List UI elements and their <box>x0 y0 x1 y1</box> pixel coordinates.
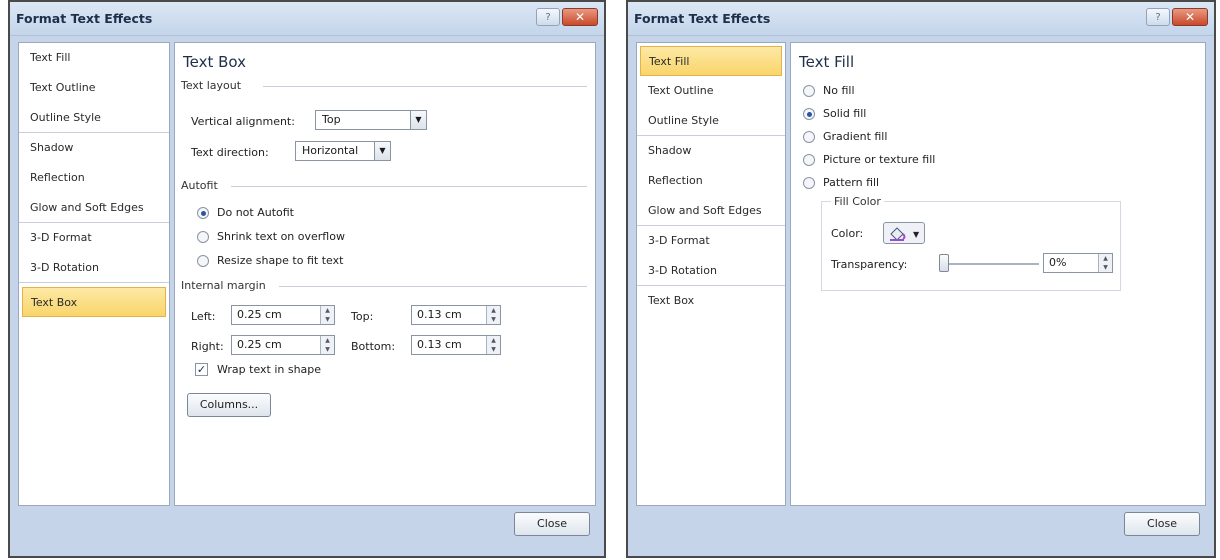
chevron-down-icon: ▼ <box>410 111 426 129</box>
dialog-title: Format Text Effects <box>634 11 771 26</box>
fill-radio-solid-fill[interactable] <box>803 108 815 120</box>
autofit-radio-shrink[interactable] <box>197 231 209 243</box>
top-margin-label: Top: <box>351 310 374 323</box>
spinner-arrows-icon[interactable]: ▲ ▼ <box>486 306 500 324</box>
group-divider <box>231 186 587 187</box>
solid-fill-label: Solid fill <box>823 107 867 120</box>
title-bar: Format Text Effects ? ✕ <box>628 2 1214 36</box>
chevron-down-icon: ▼ <box>374 142 390 160</box>
title-bar: Format Text Effects ? ✕ <box>10 2 604 36</box>
top-margin-input[interactable]: 0.13 cm ▲ ▼ <box>411 305 501 325</box>
internal-margin-group-label: Internal margin <box>181 279 266 292</box>
nav-item-3d-rotation[interactable]: 3-D Rotation <box>19 253 169 283</box>
panel-title: Text Box <box>183 53 246 71</box>
fill-color-group <box>821 201 1121 291</box>
color-label: Color: <box>831 227 864 240</box>
nav-item-reflection[interactable]: Reflection <box>637 166 785 196</box>
text-layout-group-label: Text layout <box>181 79 242 92</box>
color-picker-button[interactable]: ▼ <box>883 222 925 244</box>
nav-item-3d-rotation[interactable]: 3-D Rotation <box>637 256 785 286</box>
bottom-margin-value: 0.13 cm <box>417 338 462 351</box>
vertical-alignment-value: Top <box>322 113 341 126</box>
close-button[interactable]: Close <box>514 512 590 536</box>
nav-item-text-box[interactable]: Text Box <box>22 287 166 317</box>
vertical-alignment-label: Vertical alignment: <box>191 115 295 128</box>
text-direction-label: Text direction: <box>191 146 269 159</box>
right-margin-label: Right: <box>191 340 224 353</box>
spinner-arrows-icon[interactable]: ▲ ▼ <box>320 306 334 324</box>
nav-item-text-outline[interactable]: Text Outline <box>637 76 785 106</box>
close-window-button[interactable]: ✕ <box>1172 8 1208 26</box>
spinner-arrows-icon[interactable]: ▲ ▼ <box>320 336 334 354</box>
fill-radio-picture-fill[interactable] <box>803 154 815 166</box>
nav-item-text-fill[interactable]: Text Fill <box>19 43 169 73</box>
nav-item-glow-soft-edges[interactable]: Glow and Soft Edges <box>637 196 785 226</box>
wrap-text-label: Wrap text in shape <box>217 363 322 376</box>
fill-radio-gradient-fill[interactable] <box>803 131 815 143</box>
text-direction-select[interactable]: Horizontal ▼ <box>295 141 391 161</box>
autofit-group-label: Autofit <box>181 179 218 192</box>
right-margin-input[interactable]: 0.25 cm ▲ ▼ <box>231 335 335 355</box>
autofit-radio-do-not-autofit[interactable] <box>197 207 209 219</box>
category-list: Text Fill Text Outline Outline Style Sha… <box>636 42 786 506</box>
fill-color-group-label: Fill Color <box>831 195 884 208</box>
paint-bucket-icon: ▼ <box>890 227 920 241</box>
nav-item-glow-soft-edges[interactable]: Glow and Soft Edges <box>19 193 169 223</box>
pattern-fill-label: Pattern fill <box>823 176 880 189</box>
nav-item-text-outline[interactable]: Text Outline <box>19 73 169 103</box>
resize-shape-label: Resize shape to fit text <box>217 254 344 267</box>
spinner-arrows-icon[interactable]: ▲ ▼ <box>1098 254 1112 272</box>
bottom-margin-label: Bottom: <box>351 340 396 353</box>
columns-button[interactable]: Columns... <box>187 393 271 417</box>
help-button[interactable]: ? <box>536 8 560 26</box>
close-window-button[interactable]: ✕ <box>562 8 598 26</box>
left-margin-value: 0.25 cm <box>237 308 282 321</box>
spinner-arrows-icon[interactable]: ▲ ▼ <box>486 336 500 354</box>
transparency-label: Transparency: <box>831 258 908 271</box>
fill-radio-pattern-fill[interactable] <box>803 177 815 189</box>
close-button[interactable]: Close <box>1124 512 1200 536</box>
nav-item-outline-style[interactable]: Outline Style <box>19 103 169 133</box>
gradient-fill-label: Gradient fill <box>823 130 888 143</box>
picture-fill-label: Picture or texture fill <box>823 153 936 166</box>
bottom-margin-input[interactable]: 0.13 cm ▲ ▼ <box>411 335 501 355</box>
left-margin-label: Left: <box>191 310 216 323</box>
help-button[interactable]: ? <box>1146 8 1170 26</box>
transparency-slider-thumb[interactable] <box>939 254 949 272</box>
no-fill-label: No fill <box>823 84 855 97</box>
fill-radio-no-fill[interactable] <box>803 85 815 97</box>
do-not-autofit-label: Do not Autofit <box>217 206 294 219</box>
right-margin-value: 0.25 cm <box>237 338 282 351</box>
transparency-value: 0% <box>1049 256 1067 269</box>
nav-item-shadow[interactable]: Shadow <box>637 136 785 166</box>
nav-item-text-fill[interactable]: Text Fill <box>640 46 782 76</box>
text-box-panel: Text Box Text layout Vertical alignment:… <box>174 42 596 506</box>
nav-item-3d-format[interactable]: 3-D Format <box>637 226 785 256</box>
group-divider <box>263 86 587 87</box>
category-list: Text Fill Text Outline Outline Style Sha… <box>18 42 170 506</box>
nav-item-outline-style[interactable]: Outline Style <box>637 106 785 136</box>
text-fill-panel: Text Fill No fill Solid fill Gradient fi… <box>790 42 1206 506</box>
nav-item-shadow[interactable]: Shadow <box>19 133 169 163</box>
vertical-alignment-select[interactable]: Top ▼ <box>315 110 427 130</box>
group-divider <box>279 286 587 287</box>
text-direction-value: Horizontal <box>302 144 359 157</box>
top-margin-value: 0.13 cm <box>417 308 462 321</box>
nav-item-reflection[interactable]: Reflection <box>19 163 169 193</box>
autofit-radio-resize[interactable] <box>197 255 209 267</box>
shrink-text-label: Shrink text on overflow <box>217 230 345 243</box>
panel-title: Text Fill <box>799 53 855 71</box>
dialog-title: Format Text Effects <box>16 11 153 26</box>
wrap-text-checkbox[interactable]: ✓ <box>195 363 208 376</box>
transparency-slider-track[interactable] <box>939 263 1039 265</box>
svg-text:▼: ▼ <box>913 230 920 239</box>
transparency-input[interactable]: 0% ▲ ▼ <box>1043 253 1113 273</box>
left-margin-input[interactable]: 0.25 cm ▲ ▼ <box>231 305 335 325</box>
nav-item-text-box[interactable]: Text Box <box>637 286 785 316</box>
format-text-effects-dialog-textfill: Format Text Effects ? ✕ Text Fill Text O… <box>626 0 1216 558</box>
nav-item-3d-format[interactable]: 3-D Format <box>19 223 169 253</box>
format-text-effects-dialog-textbox: Format Text Effects ? ✕ Text Fill Text O… <box>8 0 606 558</box>
